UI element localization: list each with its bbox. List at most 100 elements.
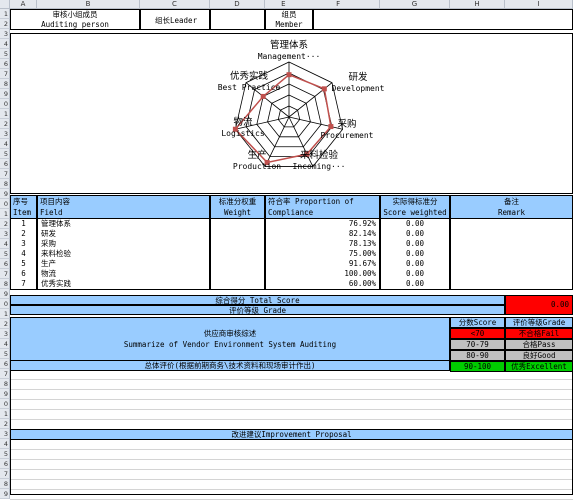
radar-label-cn: 来料检验	[300, 149, 339, 161]
row-header[interactable]: 5	[0, 349, 10, 359]
row-header[interactable]: 2	[0, 319, 10, 329]
total-score-value-cell[interactable]: 0.00	[505, 295, 573, 315]
row-header[interactable]: 1	[0, 309, 10, 319]
row-header[interactable]: 3	[0, 329, 10, 339]
th-weight[interactable]: 标准分权重 Weight	[210, 195, 265, 219]
row-header[interactable]: 3	[0, 229, 10, 239]
score-header-cell[interactable]: 分数Score	[450, 317, 505, 328]
col-header-c[interactable]: C	[140, 0, 210, 9]
auditing-person-cell[interactable]: 审核小组成员 Auditing person	[10, 9, 140, 30]
row-header[interactable]: 8	[0, 279, 10, 289]
row-header[interactable]: 7	[0, 269, 10, 279]
grade-name-cell[interactable]: 不合格Fail	[505, 328, 573, 339]
row-header[interactable]: 8	[0, 79, 10, 89]
leader-cell[interactable]: 组长Leader	[140, 9, 210, 30]
row-header[interactable]: 9	[0, 189, 10, 199]
row-header[interactable]: 6	[0, 259, 10, 269]
th-item-cn: 序号	[13, 197, 28, 206]
th-field-en: Field	[40, 208, 63, 217]
row-header[interactable]: 4	[0, 39, 10, 49]
row-header[interactable]: 4	[0, 139, 10, 149]
row-header[interactable]: 6	[0, 59, 10, 69]
row-header[interactable]: 5	[0, 249, 10, 259]
radar-label-en: Procurement	[321, 131, 374, 140]
grade-label-cell[interactable]: 评价等级 Grade	[10, 305, 505, 315]
col-header-b[interactable]: B	[37, 0, 140, 9]
improvement-proposal-label: 改进建议Improvement Proposal	[231, 430, 352, 439]
member-names-cell[interactable]	[313, 9, 573, 30]
cell-weight[interactable]	[210, 279, 265, 290]
th-field[interactable]: 项目内容 Field	[37, 195, 210, 219]
col-header-e-f[interactable]: E F	[265, 0, 380, 9]
leader-name-cell[interactable]	[210, 9, 265, 30]
row-header[interactable]: 6	[0, 159, 10, 169]
row-header[interactable]: 5	[0, 149, 10, 159]
row-header[interactable]: 6	[0, 359, 10, 369]
col-header-g[interactable]: G	[380, 0, 450, 9]
cell-remark[interactable]	[450, 279, 573, 290]
row-header[interactable]: 7	[0, 369, 10, 379]
row-header[interactable]: 9	[0, 89, 10, 99]
row-header[interactable]: 5	[0, 49, 10, 59]
row-header[interactable]: 1	[0, 9, 10, 19]
th-item[interactable]: 序号 Item	[10, 195, 37, 219]
col-header-a[interactable]: A	[10, 0, 37, 9]
overall-evaluation-area[interactable]	[10, 371, 573, 429]
row-header[interactable]: 8	[0, 479, 10, 489]
corner-cell[interactable]	[0, 0, 10, 9]
grade-score-cell[interactable]: 80-90	[450, 350, 505, 361]
cell-score[interactable]: 0.00	[380, 279, 450, 290]
row-header[interactable]: 4	[0, 439, 10, 449]
th-score[interactable]: 实际得标准分 Score weighted	[380, 195, 450, 219]
row-header[interactable]: 6	[0, 459, 10, 469]
row-header[interactable]: 0	[0, 299, 10, 309]
row-header[interactable]: 0	[0, 99, 10, 109]
row-header[interactable]: 1	[0, 209, 10, 219]
grade-header-cell[interactable]: 评价等级Grade	[505, 317, 573, 328]
member-cell[interactable]: 组员 Member	[265, 9, 313, 30]
row-header[interactable]: 1	[0, 409, 10, 419]
cell-compliance[interactable]: 60.00%	[265, 279, 380, 290]
row-header[interactable]: 0	[0, 399, 10, 409]
th-remark-cn: 备注	[504, 197, 519, 206]
grade-score-cell[interactable]: 70-79	[450, 339, 505, 350]
cell-field[interactable]: 优秀实践	[37, 279, 210, 290]
row-header[interactable]: 3	[0, 129, 10, 139]
radar-chart-area[interactable]: 管理体系 Management··· 研发 Development 采购 Procurem…	[10, 33, 573, 194]
grade-name-cell[interactable]: 合格Pass	[505, 339, 573, 350]
col-header-h[interactable]: H	[450, 0, 505, 9]
row-header[interactable]: 3	[0, 429, 10, 439]
th-remark[interactable]: 备注 Remark	[450, 195, 573, 219]
row-header[interactable]: 7	[0, 69, 10, 79]
row-header[interactable]: 9	[0, 389, 10, 399]
overall-evaluation-cell[interactable]: 总体评价(根据前期商务\技术资料和现场审计作出)	[10, 360, 450, 371]
row-header[interactable]: 7	[0, 169, 10, 179]
grade-score-cell[interactable]: <70	[450, 328, 505, 339]
grade-name-cell[interactable]: 良好Good	[505, 350, 573, 361]
radar-point	[328, 124, 334, 130]
total-score-label-cell[interactable]: 综合得分 Total Score	[10, 295, 505, 305]
row-header[interactable]: 0	[0, 199, 10, 209]
row-header[interactable]: 8	[0, 179, 10, 189]
row-header[interactable]: 2	[0, 119, 10, 129]
row-header[interactable]: 8	[0, 379, 10, 389]
row-header[interactable]: 7	[0, 469, 10, 479]
row-header[interactable]: 1	[0, 109, 10, 119]
improvement-proposal-cell[interactable]: 改进建议Improvement Proposal	[10, 429, 573, 440]
row-header[interactable]: 2	[0, 419, 10, 429]
member-en-label: Member	[275, 20, 303, 29]
row-header[interactable]: 3	[0, 29, 10, 39]
row-header[interactable]: 9	[0, 489, 10, 499]
row-header[interactable]: 2	[0, 19, 10, 29]
row-header[interactable]: 9	[0, 289, 10, 299]
th-compliance[interactable]: 符合率 Proportion of Compliance	[265, 195, 380, 219]
row-header[interactable]: 5	[0, 449, 10, 459]
improvement-proposal-area[interactable]	[10, 440, 573, 495]
col-header-i[interactable]: I	[505, 0, 573, 9]
col-header-d[interactable]: D	[210, 0, 265, 9]
row-header[interactable]: 4	[0, 239, 10, 249]
row-header[interactable]: 2	[0, 219, 10, 229]
row-header[interactable]: 4	[0, 339, 10, 349]
member-cn-label: 组员	[281, 10, 297, 19]
cell-item[interactable]: 7	[10, 279, 37, 290]
